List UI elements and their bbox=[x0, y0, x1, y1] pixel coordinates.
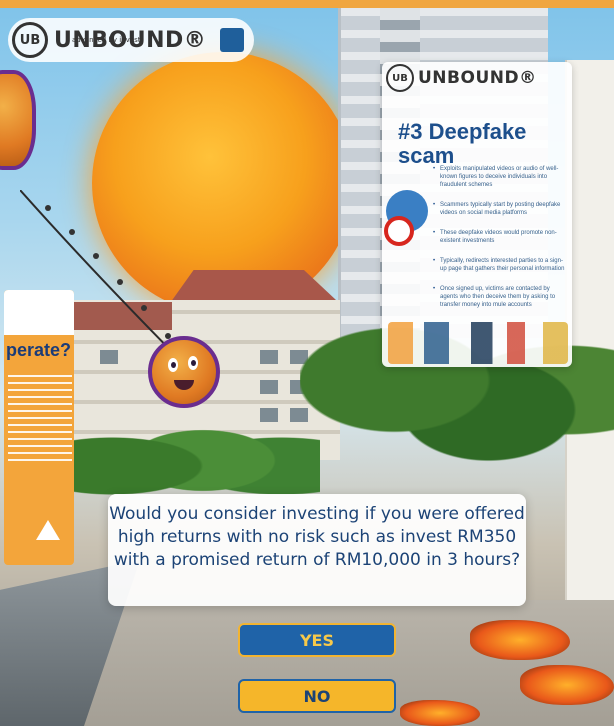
lava-crack bbox=[470, 620, 570, 660]
mascot-mouth bbox=[174, 380, 194, 390]
no-button[interactable]: NO bbox=[238, 679, 396, 713]
info-panel-bullet: Typically, redirects interested parties … bbox=[433, 257, 565, 273]
game-scene: UB UNBOUND® advanced by invest UB UNBOUN… bbox=[0, 0, 614, 726]
securities-commission-icon bbox=[220, 28, 245, 52]
info-panel-bullet-list: Exploits manipulated videos or audio of … bbox=[433, 165, 565, 321]
info-panel-logo-text: UNBOUND® bbox=[418, 68, 537, 88]
unbound-logo-subtitle: advanced by invest bbox=[72, 36, 141, 44]
info-panel-bullet: Scammers typically start by posting deep… bbox=[433, 201, 565, 217]
top-accent-bar bbox=[0, 0, 614, 8]
lava-crack bbox=[520, 665, 614, 705]
hotel-window bbox=[260, 350, 278, 364]
mascot-eye bbox=[168, 358, 178, 372]
mascot-character-partial bbox=[0, 70, 36, 170]
mascot-character bbox=[148, 336, 220, 408]
info-panel-bullet: Exploits manipulated videos or audio of … bbox=[433, 165, 565, 189]
info-panel-logo: UB UNBOUND® bbox=[382, 62, 541, 94]
prohibited-phone-icon bbox=[384, 216, 414, 246]
info-panel-title: #3 Deepfake scam bbox=[398, 119, 527, 168]
warning-icon bbox=[36, 520, 60, 540]
hotel-window bbox=[260, 380, 278, 394]
question-text: Would you consider investing if you were… bbox=[109, 504, 525, 570]
people-illustration bbox=[388, 322, 568, 364]
unbound-logo-mark: UB bbox=[12, 22, 48, 58]
lava-crack bbox=[400, 700, 480, 726]
info-panel-bullet: These deepfake videos would promote non-… bbox=[433, 229, 565, 245]
info-panel-logo-mark: UB bbox=[386, 64, 414, 92]
mascot-eye bbox=[188, 356, 198, 370]
left-panel-header bbox=[4, 290, 74, 335]
yes-button[interactable]: YES bbox=[238, 623, 396, 657]
left-panel-text-lines bbox=[8, 375, 72, 465]
info-panel-bullet: Once signed up, victims are contacted by… bbox=[433, 285, 565, 309]
left-panel-title: perate? bbox=[6, 340, 72, 360]
